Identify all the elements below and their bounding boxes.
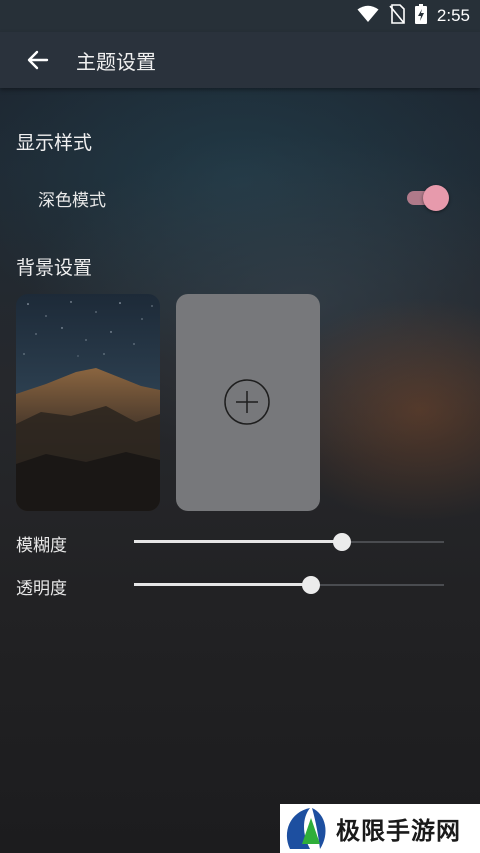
arrow-left-icon <box>27 50 49 70</box>
opacity-label: 透明度 <box>16 579 67 599</box>
app-bar: 主题设置 <box>0 32 480 88</box>
background-settings-heading: 背景设置 <box>16 257 93 279</box>
watermark-text: 极限手游网 <box>336 816 461 845</box>
slider-knob[interactable] <box>301 576 320 594</box>
back-button[interactable] <box>20 42 56 78</box>
no-sim-icon <box>389 4 405 28</box>
dark-mode-toggle[interactable] <box>405 184 451 212</box>
status-bar: 2:55 <box>0 0 480 32</box>
mountain-night-image <box>16 294 160 511</box>
opacity-slider[interactable] <box>134 573 444 597</box>
blur-slider[interactable] <box>134 530 444 554</box>
battery-charging-icon <box>414 4 427 28</box>
blur-label: 模糊度 <box>16 536 67 556</box>
toggle-thumb <box>423 185 449 211</box>
plus-circle-icon <box>224 379 270 425</box>
status-time: 2:55 <box>436 6 470 25</box>
site-watermark: 极限手游网 <box>280 804 480 853</box>
wifi-icon <box>357 5 379 27</box>
display-style-heading: 显示样式 <box>16 132 93 154</box>
add-background-button[interactable] <box>176 294 320 511</box>
page-title: 主题设置 <box>76 49 156 74</box>
slider-knob[interactable] <box>332 533 351 551</box>
slider-fill <box>134 583 311 586</box>
dark-mode-label: 深色模式 <box>38 191 106 211</box>
watermark-logo-icon <box>286 808 326 849</box>
background-image-thumbnail[interactable] <box>16 294 160 511</box>
slider-fill <box>134 540 342 543</box>
